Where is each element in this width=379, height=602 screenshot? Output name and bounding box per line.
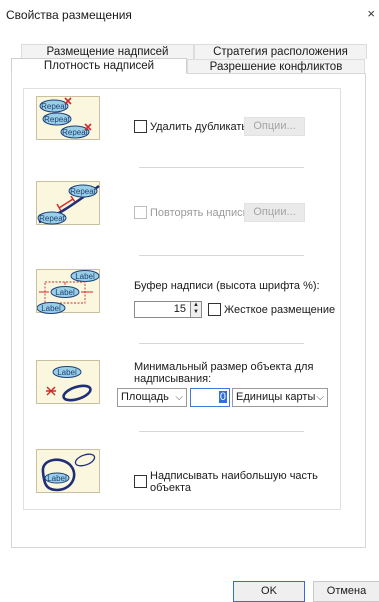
units-select[interactable]: Единицы карты ⌵	[232, 388, 328, 407]
cancel-button[interactable]: Отмена	[313, 581, 379, 602]
label-bubble-text: Label	[41, 304, 61, 313]
window-title: Свойства размещения	[6, 8, 132, 22]
repeat-label-text: Повторять надпись	[150, 207, 249, 219]
separator	[139, 255, 304, 256]
ok-button[interactable]: OK	[233, 581, 305, 602]
buffer-illustration: Label Label Label	[36, 269, 100, 314]
chevron-down-icon: ⌵	[316, 392, 324, 403]
buffer-spin-buttons[interactable]: ▲ ▼	[190, 301, 202, 318]
buffer-label: Буфер надписи (высота шрифта %):	[134, 280, 320, 292]
spin-up-icon[interactable]: ▲	[191, 302, 201, 309]
largest-part-illustration: Label	[36, 449, 100, 493]
repeat-bubble-text: Repeat	[39, 214, 66, 223]
min-feature-value-input[interactable]: 0	[190, 388, 230, 407]
measure-type-select[interactable]: Площадь ⌵	[117, 388, 187, 407]
units-value: Единицы карты	[236, 391, 316, 403]
repeat-illustration: Repeat Repeat	[36, 181, 100, 225]
label-bubble-text: Label	[55, 288, 75, 297]
options-group: Repeat Repeat Repeat Удалить дубликаты О…	[23, 88, 341, 510]
close-icon[interactable]: ×	[367, 6, 375, 21]
largest-part-checkbox[interactable]	[134, 475, 147, 488]
separator	[139, 431, 304, 432]
measure-type-value: Площадь	[121, 391, 169, 403]
label-bubble-text: Label	[57, 368, 77, 377]
repeat-bubble-text: Repeat	[41, 102, 68, 111]
tab-label-placement[interactable]: Размещение надписей	[21, 44, 194, 59]
label-bubble-text: Label	[75, 272, 95, 281]
repeat-label-checkbox[interactable]	[134, 206, 147, 219]
duplicates-illustration: Repeat Repeat Repeat	[36, 96, 100, 140]
repeat-bubble-text: Repeat	[70, 187, 97, 196]
largest-part-label-line1: Надписывать наибольшую часть	[150, 470, 318, 482]
spin-down-icon[interactable]: ▼	[191, 309, 201, 316]
repeat-bubble-text: Repeat	[44, 115, 71, 124]
min-feature-label-line2: надписывания:	[134, 373, 212, 385]
separator	[139, 343, 304, 344]
remove-duplicates-checkbox[interactable]	[134, 120, 147, 133]
min-feature-illustration: Label	[36, 360, 100, 404]
hard-placement-checkbox[interactable]	[208, 303, 221, 316]
min-feature-value-text: 0	[218, 391, 227, 403]
largest-part-label-line2: объекта	[150, 482, 192, 494]
remove-duplicates-label: Удалить дубликаты	[150, 121, 250, 133]
hard-placement-label: Жесткое размещение	[224, 304, 336, 316]
separator	[139, 167, 304, 168]
repeat-options-button[interactable]: Опции...	[244, 203, 305, 222]
label-bubble-text: Label	[47, 474, 67, 483]
duplicates-options-button[interactable]: Опции...	[244, 117, 305, 136]
min-feature-label-line1: Минимальный размер объекта для	[134, 361, 314, 373]
chevron-down-icon: ⌵	[175, 392, 183, 403]
tab-placement-strategy[interactable]: Стратегия расположения	[194, 44, 367, 59]
tab-label-density[interactable]: Плотность надписей	[11, 58, 187, 74]
buffer-spin-input[interactable]: 15	[134, 301, 191, 318]
tab-strip: Размещение надписей Стратегия расположен…	[11, 44, 379, 74]
tab-conflict-resolution[interactable]: Разрешение конфликтов	[187, 59, 365, 74]
tab-panel: Repeat Repeat Repeat Удалить дубликаты О…	[11, 73, 366, 548]
